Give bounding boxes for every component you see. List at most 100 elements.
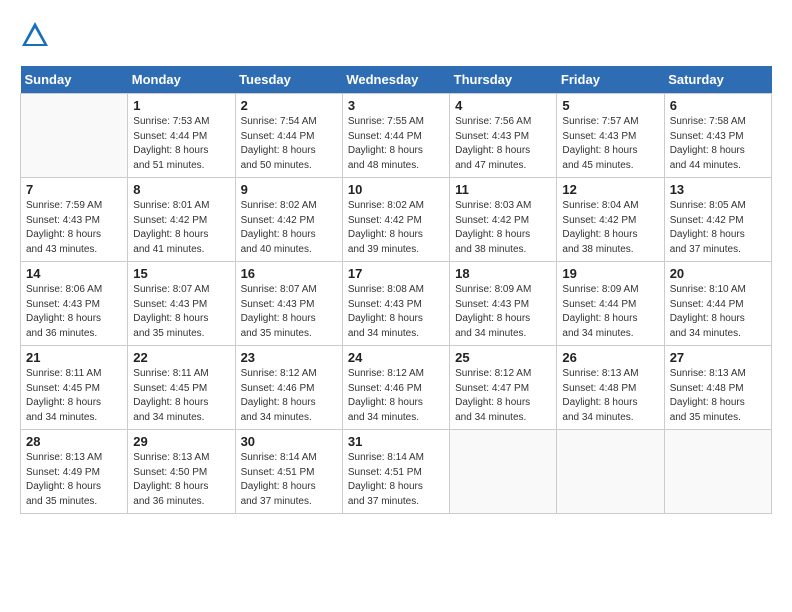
day-info: Sunrise: 8:12 AM Sunset: 4:47 PM Dayligh…: [455, 367, 551, 425]
day-number: 13: [670, 182, 766, 197]
header-saturday: Saturday: [664, 66, 771, 94]
header-monday: Monday: [128, 66, 235, 94]
calendar-cell: 24 Sunrise: 8:12 AM Sunset: 4:46 PM Dayli…: [342, 346, 449, 430]
day-number: 9: [241, 182, 337, 197]
day-info: Sunrise: 7:55 AM Sunset: 4:44 PM Dayligh…: [348, 115, 444, 173]
day-number: 30: [241, 434, 337, 449]
day-number: 26: [562, 350, 658, 365]
header-wednesday: Wednesday: [342, 66, 449, 94]
calendar-week-row: 28 Sunrise: 8:13 AM Sunset: 4:49 PM Dayli…: [21, 430, 772, 514]
day-number: 25: [455, 350, 551, 365]
day-number: 21: [26, 350, 122, 365]
day-number: 27: [670, 350, 766, 365]
day-info: Sunrise: 8:11 AM Sunset: 4:45 PM Dayligh…: [26, 367, 122, 425]
calendar-week-row: 14Sunrise: 8:06 AM Sunset: 4:43 PM Dayli…: [21, 262, 772, 346]
calendar-cell: 1 Sunrise: 7:53 AM Sunset: 4:44 PM Daylig…: [128, 94, 235, 178]
calendar-cell: 11Sunrise: 8:03 AM Sunset: 4:42 PM Dayli…: [450, 178, 557, 262]
day-number: 24: [348, 350, 444, 365]
day-number: 16: [241, 266, 337, 281]
day-info: Sunrise: 7:53 AM Sunset: 4:44 PM Dayligh…: [133, 115, 229, 173]
header-tuesday: Tuesday: [235, 66, 342, 94]
day-number: 3: [348, 98, 444, 113]
calendar-cell: 4 Sunrise: 7:56 AM Sunset: 4:43 PM Daylig…: [450, 94, 557, 178]
day-number: 31: [348, 434, 444, 449]
calendar-cell: 3 Sunrise: 7:55 AM Sunset: 4:44 PM Daylig…: [342, 94, 449, 178]
day-number: 10: [348, 182, 444, 197]
calendar-cell: 27 Sunrise: 8:13 AM Sunset: 4:48 PM Dayli…: [664, 346, 771, 430]
calendar-cell: 18 Sunrise: 8:09 AM Sunset: 4:43 PM Dayli…: [450, 262, 557, 346]
calendar-cell: 22 Sunrise: 8:11 AM Sunset: 4:45 PM Dayli…: [128, 346, 235, 430]
calendar-cell: 17Sunrise: 8:08 AM Sunset: 4:43 PM Dayli…: [342, 262, 449, 346]
day-info: Sunrise: 8:04 AM Sunset: 4:42 PM Dayligh…: [562, 199, 658, 257]
day-number: 2: [241, 98, 337, 113]
day-info: Sunrise: 7:59 AM Sunset: 4:43 PM Dayligh…: [26, 199, 122, 257]
day-number: 6: [670, 98, 766, 113]
day-info: Sunrise: 8:14 AM Sunset: 4:51 PM Dayligh…: [241, 451, 337, 509]
calendar-cell: 23Sunrise: 8:12 AM Sunset: 4:46 PM Dayli…: [235, 346, 342, 430]
calendar-table: SundayMondayTuesdayWednesdayThursdayFrid…: [20, 66, 772, 514]
day-number: 1: [133, 98, 229, 113]
day-info: Sunrise: 8:09 AM Sunset: 4:43 PM Dayligh…: [455, 283, 551, 341]
calendar-cell: 31 Sunrise: 8:14 AM Sunset: 4:51 PM Dayli…: [342, 430, 449, 514]
calendar-cell: 16 Sunrise: 8:07 AM Sunset: 4:43 PM Dayli…: [235, 262, 342, 346]
day-number: 11: [455, 182, 551, 197]
calendar-cell: [664, 430, 771, 514]
calendar-week-row: 21 Sunrise: 8:11 AM Sunset: 4:45 PM Dayli…: [21, 346, 772, 430]
calendar-cell: 30 Sunrise: 8:14 AM Sunset: 4:51 PM Dayli…: [235, 430, 342, 514]
day-number: 29: [133, 434, 229, 449]
day-info: Sunrise: 8:07 AM Sunset: 4:43 PM Dayligh…: [241, 283, 337, 341]
calendar-cell: 29 Sunrise: 8:13 AM Sunset: 4:50 PM Dayli…: [128, 430, 235, 514]
day-info: Sunrise: 8:13 AM Sunset: 4:49 PM Dayligh…: [26, 451, 122, 509]
day-info: Sunrise: 8:14 AM Sunset: 4:51 PM Dayligh…: [348, 451, 444, 509]
day-info: Sunrise: 7:54 AM Sunset: 4:44 PM Dayligh…: [241, 115, 337, 173]
day-number: 28: [26, 434, 122, 449]
calendar-cell: 28 Sunrise: 8:13 AM Sunset: 4:49 PM Dayli…: [21, 430, 128, 514]
day-info: Sunrise: 8:13 AM Sunset: 4:48 PM Dayligh…: [562, 367, 658, 425]
day-info: Sunrise: 8:06 AM Sunset: 4:43 PM Dayligh…: [26, 283, 122, 341]
day-number: 7: [26, 182, 122, 197]
day-info: Sunrise: 8:02 AM Sunset: 4:42 PM Dayligh…: [241, 199, 337, 257]
header-sunday: Sunday: [21, 66, 128, 94]
calendar-cell: [21, 94, 128, 178]
day-info: Sunrise: 8:13 AM Sunset: 4:50 PM Dayligh…: [133, 451, 229, 509]
day-info: Sunrise: 7:58 AM Sunset: 4:43 PM Dayligh…: [670, 115, 766, 173]
day-number: 18: [455, 266, 551, 281]
day-info: Sunrise: 8:09 AM Sunset: 4:44 PM Dayligh…: [562, 283, 658, 341]
day-info: Sunrise: 8:12 AM Sunset: 4:46 PM Dayligh…: [348, 367, 444, 425]
calendar-cell: 26 Sunrise: 8:13 AM Sunset: 4:48 PM Dayli…: [557, 346, 664, 430]
day-number: 12: [562, 182, 658, 197]
day-number: 19: [562, 266, 658, 281]
calendar-header-row: SundayMondayTuesdayWednesdayThursdayFrid…: [21, 66, 772, 94]
calendar-cell: 7 Sunrise: 7:59 AM Sunset: 4:43 PM Daylig…: [21, 178, 128, 262]
day-info: Sunrise: 8:08 AM Sunset: 4:43 PM Dayligh…: [348, 283, 444, 341]
calendar-cell: [450, 430, 557, 514]
day-info: Sunrise: 8:11 AM Sunset: 4:45 PM Dayligh…: [133, 367, 229, 425]
calendar-cell: [557, 430, 664, 514]
page-header: [20, 20, 772, 50]
header-thursday: Thursday: [450, 66, 557, 94]
day-number: 5: [562, 98, 658, 113]
calendar-cell: 8Sunrise: 8:01 AM Sunset: 4:42 PM Daylig…: [128, 178, 235, 262]
day-info: Sunrise: 8:12 AM Sunset: 4:46 PM Dayligh…: [241, 367, 337, 425]
header-friday: Friday: [557, 66, 664, 94]
day-info: Sunrise: 8:01 AM Sunset: 4:42 PM Dayligh…: [133, 199, 229, 257]
day-info: Sunrise: 7:56 AM Sunset: 4:43 PM Dayligh…: [455, 115, 551, 173]
calendar-cell: 10 Sunrise: 8:02 AM Sunset: 4:42 PM Dayli…: [342, 178, 449, 262]
calendar-cell: 13 Sunrise: 8:05 AM Sunset: 4:42 PM Dayli…: [664, 178, 771, 262]
day-info: Sunrise: 7:57 AM Sunset: 4:43 PM Dayligh…: [562, 115, 658, 173]
day-info: Sunrise: 8:05 AM Sunset: 4:42 PM Dayligh…: [670, 199, 766, 257]
day-number: 4: [455, 98, 551, 113]
day-info: Sunrise: 8:07 AM Sunset: 4:43 PM Dayligh…: [133, 283, 229, 341]
calendar-cell: 9 Sunrise: 8:02 AM Sunset: 4:42 PM Daylig…: [235, 178, 342, 262]
day-number: 20: [670, 266, 766, 281]
logo-icon: [20, 20, 50, 50]
calendar-cell: 5 Sunrise: 7:57 AM Sunset: 4:43 PM Daylig…: [557, 94, 664, 178]
day-info: Sunrise: 8:13 AM Sunset: 4:48 PM Dayligh…: [670, 367, 766, 425]
day-info: Sunrise: 8:02 AM Sunset: 4:42 PM Dayligh…: [348, 199, 444, 257]
day-number: 22: [133, 350, 229, 365]
calendar-cell: 19 Sunrise: 8:09 AM Sunset: 4:44 PM Dayli…: [557, 262, 664, 346]
calendar-week-row: 7 Sunrise: 7:59 AM Sunset: 4:43 PM Daylig…: [21, 178, 772, 262]
calendar-cell: 2 Sunrise: 7:54 AM Sunset: 4:44 PM Daylig…: [235, 94, 342, 178]
calendar-week-row: 1 Sunrise: 7:53 AM Sunset: 4:44 PM Daylig…: [21, 94, 772, 178]
calendar-cell: 21 Sunrise: 8:11 AM Sunset: 4:45 PM Dayli…: [21, 346, 128, 430]
